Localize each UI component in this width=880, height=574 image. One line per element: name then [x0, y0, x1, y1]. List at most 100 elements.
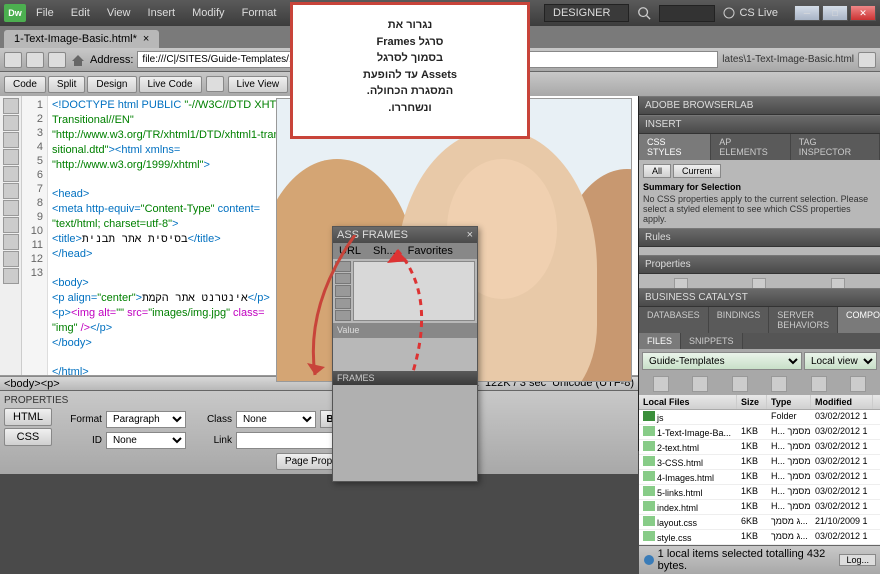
address-go-button[interactable] — [858, 52, 876, 68]
menu-modify[interactable]: Modify — [192, 7, 224, 19]
business-catalyst-header[interactable]: BUSINESS CATALYST — [639, 288, 880, 307]
ap-elements-tab[interactable]: AP ELEMENTS — [711, 134, 791, 160]
split-view-button[interactable]: Split — [48, 76, 85, 93]
browserlab-panel-header[interactable]: ADOBE BROWSERLAB — [639, 96, 880, 115]
gutter-icon[interactable] — [3, 217, 19, 233]
site-select[interactable]: Guide-Templates — [642, 352, 802, 370]
code-view-button[interactable]: Code — [4, 76, 46, 93]
refresh-icon[interactable] — [692, 376, 708, 392]
file-row[interactable]: 5-links.html1KBH... מסמך03/02/2012 1 — [639, 485, 880, 500]
file-row[interactable]: layout.css6KBג מסמך...21/10/2009 1 — [639, 515, 880, 530]
snippets-tab[interactable]: SNIPPETS — [681, 333, 743, 349]
file-row[interactable]: 3-CSS.html1KBH... מסמך03/02/2012 1 — [639, 455, 880, 470]
design-view-button[interactable]: Design — [87, 76, 136, 93]
gutter-icon[interactable] — [3, 149, 19, 165]
properties-header[interactable]: PROPERTIES — [4, 393, 634, 408]
asset-type-icon[interactable] — [335, 310, 351, 321]
file-row[interactable]: style.css1KBג מסמך...03/02/2012 1 — [639, 530, 880, 545]
nav-back-button[interactable] — [4, 52, 22, 68]
connect-icon[interactable] — [653, 376, 669, 392]
assets-list[interactable] — [353, 261, 475, 321]
class-label: Class — [190, 414, 232, 425]
insert-panel-header[interactable]: INSERT — [639, 115, 880, 134]
tag-p[interactable]: <p> — [41, 378, 60, 390]
css-current-button[interactable]: Current — [673, 164, 721, 178]
gutter-icon[interactable] — [3, 251, 19, 267]
bindings-tab[interactable]: BINDINGS — [709, 307, 770, 333]
gutter-icon[interactable] — [3, 268, 19, 284]
close-button[interactable]: ✕ — [850, 5, 876, 21]
components-tab[interactable]: COMPONENTS — [838, 307, 880, 333]
assets-tab-favorites[interactable]: Favorites — [402, 243, 459, 259]
menu-file[interactable]: File — [36, 7, 54, 19]
gutter-icon[interactable] — [3, 166, 19, 182]
menu-view[interactable]: View — [107, 7, 131, 19]
class-select[interactable]: None — [236, 411, 316, 428]
col-size[interactable]: Size — [737, 395, 767, 409]
files-status-bar: 1 local items selected totalling 432 byt… — [639, 545, 880, 574]
asset-type-icon[interactable] — [335, 273, 351, 284]
file-row[interactable]: jsFolder03/02/2012 1 — [639, 410, 880, 425]
log-button[interactable]: Log... — [839, 554, 876, 566]
liveview-button[interactable]: Live View — [228, 76, 289, 93]
tag-body[interactable]: <body> — [4, 378, 41, 390]
frames-panel-body — [333, 385, 477, 481]
databases-tab[interactable]: DATABASES — [639, 307, 709, 333]
rules-header[interactable]: Rules — [639, 228, 880, 247]
gutter-icon[interactable] — [3, 200, 19, 216]
cslive-button[interactable]: CS Live — [723, 7, 778, 19]
css-tab[interactable]: CSS — [4, 428, 52, 446]
workspace-switcher[interactable]: DESIGNER — [544, 4, 629, 22]
file-row[interactable]: 1-Text-Image-Ba...1KBH... מסמך03/02/2012… — [639, 425, 880, 440]
asset-type-icon[interactable] — [335, 261, 351, 272]
search-icon[interactable] — [637, 6, 651, 20]
put-icon[interactable] — [771, 376, 787, 392]
id-select[interactable]: None — [106, 432, 186, 449]
file-row[interactable]: 2-text.html1KBH... מסמך03/02/2012 1 — [639, 440, 880, 455]
gutter-icon[interactable] — [3, 98, 19, 114]
gutter-icon[interactable] — [3, 183, 19, 199]
floating-assets-panel[interactable]: ASS FRAMES× URL Sh... Favorites Value FR… — [332, 226, 478, 482]
home-icon[interactable] — [70, 53, 86, 67]
col-type[interactable]: Type — [767, 395, 811, 409]
files-toolbar — [639, 373, 880, 395]
livecode-button[interactable]: Live Code — [139, 76, 202, 93]
search-field[interactable] — [659, 5, 715, 22]
menu-format[interactable]: Format — [242, 7, 277, 19]
tab-close-icon[interactable]: × — [143, 33, 149, 45]
properties-subheader[interactable]: Properties — [639, 255, 880, 274]
minimize-button[interactable]: ─ — [794, 5, 820, 21]
expand-icon[interactable] — [850, 376, 866, 392]
file-row[interactable]: index.html1KBH... מסמך03/02/2012 1 — [639, 500, 880, 515]
format-select[interactable]: Paragraph — [106, 411, 186, 428]
nav-forward-button[interactable] — [26, 52, 44, 68]
css-styles-tab[interactable]: CSS STYLES — [639, 134, 711, 160]
asset-type-icon[interactable] — [335, 298, 351, 309]
assets-tab-site[interactable]: Sh... — [367, 243, 402, 259]
files-tab[interactable]: FILES — [639, 333, 681, 349]
server-behaviors-tab[interactable]: SERVER BEHAVIORS — [769, 307, 838, 333]
get-icon[interactable] — [732, 376, 748, 392]
tag-inspector-tab[interactable]: TAG INSPECTOR — [791, 134, 880, 160]
frames-panel-header[interactable]: FRAMES — [333, 371, 477, 385]
sync-icon[interactable] — [811, 376, 827, 392]
inspect-icon[interactable] — [206, 76, 224, 92]
gutter-icon[interactable] — [3, 132, 19, 148]
css-all-button[interactable]: All — [643, 164, 671, 178]
gutter-icon[interactable] — [3, 234, 19, 250]
view-select[interactable]: Local view — [804, 352, 877, 370]
col-modified[interactable]: Modified — [811, 395, 873, 409]
html-tab[interactable]: HTML — [4, 408, 52, 426]
asset-type-icon[interactable] — [335, 285, 351, 296]
maximize-button[interactable]: □ — [822, 5, 848, 21]
document-tab[interactable]: 1-Text-Image-Basic.html* × — [4, 30, 159, 48]
menu-insert[interactable]: Insert — [148, 7, 176, 19]
gutter-icon[interactable] — [3, 115, 19, 131]
nav-reload-button[interactable] — [48, 52, 66, 68]
file-icon — [643, 426, 655, 436]
assets-tab-url[interactable]: URL — [333, 243, 367, 259]
col-localfiles[interactable]: Local Files — [639, 395, 737, 409]
file-row[interactable]: 4-Images.html1KBH... מסמך03/02/2012 1 — [639, 470, 880, 485]
panel-close-icon[interactable]: × — [467, 229, 473, 241]
menu-edit[interactable]: Edit — [71, 7, 90, 19]
